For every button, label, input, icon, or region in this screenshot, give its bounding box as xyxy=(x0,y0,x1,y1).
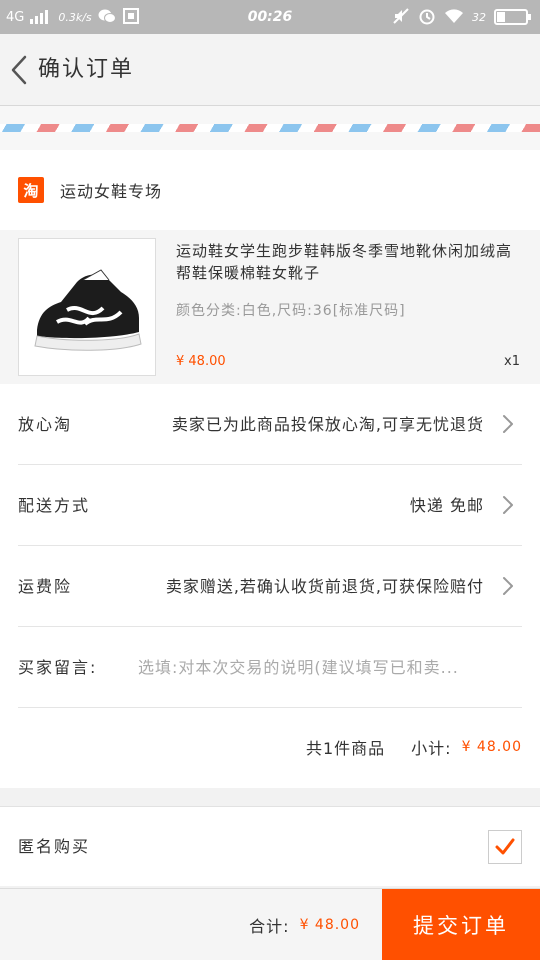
battery-icon xyxy=(494,9,531,25)
product-title: 运动鞋女学生跑步鞋韩版冬季雪地靴休闲加绒高帮鞋保暖棉鞋女靴子 xyxy=(176,242,513,282)
product-image xyxy=(18,238,156,376)
buyer-message-label: 买家留言: xyxy=(18,658,98,677)
wifi-icon xyxy=(444,8,464,27)
address-divider xyxy=(0,106,540,150)
order-options: 放心淘 卖家已为此商品投保放心淘,可享无忧退货 配送方式 快递 免邮 运费险 卖… xyxy=(0,384,540,788)
anonymous-purchase-row[interactable]: 匿名购买 xyxy=(0,806,540,886)
shipping-insurance-row[interactable]: 运费险 卖家赠送,若确认收货前退货,可获保险赔付 xyxy=(18,546,522,627)
order-total: 合计: ¥ 48.00 xyxy=(249,889,360,960)
chevron-left-icon xyxy=(11,55,27,85)
insurance-label: 放心淘 xyxy=(18,415,73,434)
product-item[interactable]: 运动鞋女学生跑步鞋韩版冬季雪地靴休闲加绒高帮鞋保暖棉鞋女靴子 颜色分类:白色,尺… xyxy=(0,230,540,384)
insurance-value: 卖家已为此商品投保放心淘,可享无忧退货 xyxy=(171,414,484,434)
buyer-message-row: 买家留言: xyxy=(18,627,522,708)
status-bar: 4G 0.3k/s 00:26 32 xyxy=(0,0,540,34)
chevron-right-icon xyxy=(503,415,513,433)
shop-header[interactable]: 淘 运动女鞋专场 xyxy=(0,150,540,230)
shipping-insurance-value: 卖家赠送,若确认收货前退货,可获保险赔付 xyxy=(165,576,484,596)
anonymous-checkbox[interactable] xyxy=(488,830,522,864)
mute-icon xyxy=(392,7,410,28)
subtotal-label: 小计: xyxy=(411,739,452,758)
airmail-stripe xyxy=(0,124,540,132)
delivery-label: 配送方式 xyxy=(18,496,91,515)
checkout-bar: 合计: ¥ 48.00 提交订单 xyxy=(0,888,540,960)
battery-percent: 32 xyxy=(472,10,486,24)
checkmark-icon xyxy=(495,838,515,855)
product-spec: 颜色分类:白色,尺码:36[标准尺码] xyxy=(176,303,406,319)
taobao-shop-icon: 淘 xyxy=(18,177,44,203)
status-right: 32 xyxy=(392,0,531,34)
total-value: ¥ 48.00 xyxy=(299,917,360,933)
product-quantity: x1 xyxy=(504,354,520,369)
insurance-row[interactable]: 放心淘 卖家已为此商品投保放心淘,可享无忧退货 xyxy=(18,384,522,465)
total-label: 合计: xyxy=(249,917,290,936)
buyer-message-input[interactable] xyxy=(138,627,522,708)
alarm-icon xyxy=(418,7,436,28)
page-title: 确认订单 xyxy=(38,57,135,82)
subtotal-value: ¥ 48.00 xyxy=(461,739,522,755)
item-count: 共1件商品 xyxy=(305,739,386,758)
header: 确认订单 xyxy=(0,34,540,106)
chevron-right-icon xyxy=(503,496,513,514)
chevron-right-icon xyxy=(503,577,513,595)
order-summary: 共1件商品 小计: ¥ 48.00 xyxy=(306,706,522,788)
shipping-insurance-label: 运费险 xyxy=(18,577,73,596)
delivery-value: 快递 免邮 xyxy=(409,495,484,515)
shop-name: 运动女鞋专场 xyxy=(60,182,163,201)
submit-order-button[interactable]: 提交订单 xyxy=(382,889,540,960)
product-price: ¥ 48.00 xyxy=(176,354,226,369)
back-button[interactable] xyxy=(4,50,34,90)
delivery-row[interactable]: 配送方式 快递 免邮 xyxy=(18,465,522,546)
anonymous-purchase-label: 匿名购买 xyxy=(18,837,91,856)
